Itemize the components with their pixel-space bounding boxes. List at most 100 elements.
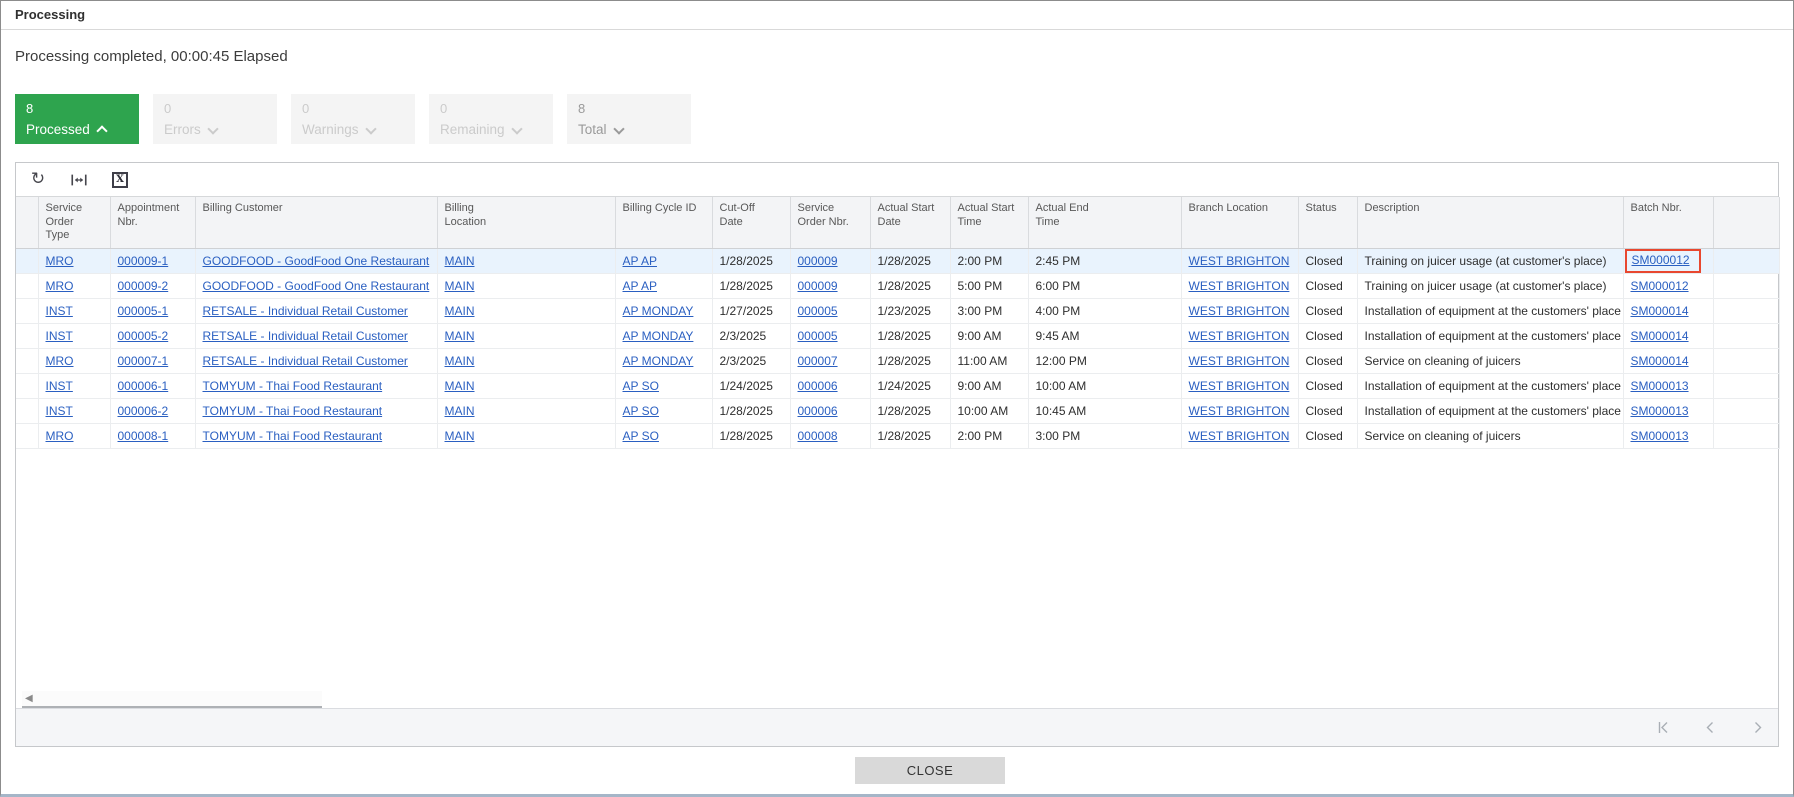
column-header-desc[interactable]: Description (1357, 197, 1624, 249)
cell-link-branch[interactable]: WEST BRIGHTON (1189, 329, 1290, 343)
refresh-icon[interactable]: ↻ (29, 171, 47, 189)
cell-link-type[interactable]: INST (46, 379, 73, 393)
cell-link-so_nbr[interactable]: 000005 (798, 329, 838, 343)
cell-link-appt[interactable]: 000005-2 (118, 329, 169, 343)
table-row[interactable]: MRO 000008-1 TOMYUM - Thai Food Restaurant… (16, 423, 1780, 449)
column-header-so_nbr[interactable]: Service Order Nbr. (790, 197, 871, 249)
cell-link-batch[interactable]: SM000014 (1631, 354, 1689, 368)
cell-link-billing_location[interactable]: MAIN (445, 329, 475, 343)
cell-link-cycle[interactable]: AP AP (623, 254, 657, 268)
cell-link-customer[interactable]: GOODFOOD - GoodFood One Restaurant (203, 254, 430, 268)
column-header-billing_location[interactable]: Billing Location (437, 197, 616, 249)
cell-link-batch[interactable]: SM000014 (1631, 329, 1689, 343)
cell-link-branch[interactable]: WEST BRIGHTON (1189, 354, 1290, 368)
export-excel-icon[interactable]: X (111, 171, 129, 189)
cell-link-so_nbr[interactable]: 000006 (798, 379, 838, 393)
badge-remaining[interactable]: 0 Remaining (429, 94, 553, 144)
cell-link-customer[interactable]: GOODFOOD - GoodFood One Restaurant (203, 279, 430, 293)
cell-link-batch[interactable]: SM000012 (1632, 253, 1690, 267)
next-page-icon[interactable] (1749, 719, 1766, 736)
column-header-customer[interactable]: Billing Customer (195, 197, 438, 249)
column-header-batch[interactable]: Batch Nbr. (1623, 197, 1714, 249)
cell-link-customer[interactable]: RETSALE - Individual Retail Customer (203, 354, 408, 368)
cell-link-billing_location[interactable]: MAIN (445, 404, 475, 418)
cell-link-type[interactable]: INST (46, 304, 73, 318)
cell-link-type[interactable]: MRO (46, 279, 74, 293)
fit-width-icon[interactable] (70, 171, 88, 189)
column-header-status[interactable]: Status (1298, 197, 1358, 249)
first-page-icon[interactable] (1655, 719, 1672, 736)
cell-link-branch[interactable]: WEST BRIGHTON (1189, 279, 1290, 293)
cell-link-batch[interactable]: SM000013 (1631, 404, 1689, 418)
close-button[interactable]: CLOSE (855, 757, 1005, 784)
cell-link-customer[interactable]: TOMYUM - Thai Food Restaurant (203, 429, 383, 443)
cell-link-batch[interactable]: SM000013 (1631, 379, 1689, 393)
badge-errors[interactable]: 0 Errors (153, 94, 277, 144)
cell-link-appt[interactable]: 000009-1 (118, 254, 169, 268)
previous-page-icon[interactable] (1702, 719, 1719, 736)
cell-link-so_nbr[interactable]: 000006 (798, 404, 838, 418)
cell-link-billing_location[interactable]: MAIN (445, 279, 475, 293)
cell-link-cycle[interactable]: AP AP (623, 279, 657, 293)
column-header-start_date[interactable]: Actual Start Date (870, 197, 951, 249)
table-row[interactable]: MRO 000009-2 GOODFOOD - GoodFood One Resta… (16, 273, 1780, 299)
cell-link-type[interactable]: MRO (46, 429, 74, 443)
cell-link-type[interactable]: MRO (46, 354, 74, 368)
table-row[interactable]: INST 000005-2 RETSALE - Individual Retail … (16, 323, 1780, 349)
table-row[interactable]: INST 000006-1 TOMYUM - Thai Food Restauran… (16, 373, 1780, 399)
cell-link-type[interactable]: INST (46, 404, 73, 418)
cell-link-billing_location[interactable]: MAIN (445, 254, 475, 268)
cell-link-so_nbr[interactable]: 000009 (798, 254, 838, 268)
table-row[interactable]: MRO 000007-1 RETSALE - Individual Retail C… (16, 348, 1780, 374)
cell-link-branch[interactable]: WEST BRIGHTON (1189, 379, 1290, 393)
table-row[interactable]: INST 000006-2 TOMYUM - Thai Food Restauran… (16, 398, 1780, 424)
cell-link-cycle[interactable]: AP MONDAY (623, 354, 694, 368)
cell-link-billing_location[interactable]: MAIN (445, 354, 475, 368)
cell-link-batch[interactable]: SM000013 (1631, 429, 1689, 443)
cell-link-batch[interactable]: SM000012 (1631, 279, 1689, 293)
cell-link-appt[interactable]: 000005-1 (118, 304, 169, 318)
cell-link-so_nbr[interactable]: 000005 (798, 304, 838, 318)
cell-link-customer[interactable]: RETSALE - Individual Retail Customer (203, 304, 408, 318)
cell-link-billing_location[interactable]: MAIN (445, 379, 475, 393)
cell-link-type[interactable]: INST (46, 329, 73, 343)
cell-link-so_nbr[interactable]: 000008 (798, 429, 838, 443)
cell-link-branch[interactable]: WEST BRIGHTON (1189, 429, 1290, 443)
cell-link-appt[interactable]: 000006-2 (118, 404, 169, 418)
scroll-left-arrow-icon[interactable]: ◀ (25, 693, 33, 704)
cell-link-cycle[interactable]: AP SO (623, 404, 659, 418)
cell-link-branch[interactable]: WEST BRIGHTON (1189, 404, 1290, 418)
cell-link-cycle[interactable]: AP SO (623, 429, 659, 443)
cell-link-so_nbr[interactable]: 000009 (798, 279, 838, 293)
cell-link-appt[interactable]: 000009-2 (118, 279, 169, 293)
cell-link-appt[interactable]: 000007-1 (118, 354, 169, 368)
cell-link-appt[interactable]: 000006-1 (118, 379, 169, 393)
cell-link-type[interactable]: MRO (46, 254, 74, 268)
column-header-type[interactable]: Service Order Type (38, 197, 111, 249)
cell-link-billing_location[interactable]: MAIN (445, 304, 475, 318)
scrollbar-thumb[interactable] (22, 691, 322, 708)
column-header-branch[interactable]: Branch Location (1181, 197, 1299, 249)
horizontal-scrollbar[interactable]: ◀ (16, 690, 1778, 708)
table-row[interactable]: MRO 000009-1 GOODFOOD - GoodFood One Resta… (16, 248, 1780, 274)
column-header-start_time[interactable]: Actual Start Time (950, 197, 1029, 249)
cell-link-branch[interactable]: WEST BRIGHTON (1189, 254, 1290, 268)
cell-link-customer[interactable]: RETSALE - Individual Retail Customer (203, 329, 408, 343)
cell-link-customer[interactable]: TOMYUM - Thai Food Restaurant (203, 379, 383, 393)
badge-total[interactable]: 8 Total (567, 94, 691, 144)
cell-link-batch[interactable]: SM000014 (1631, 304, 1689, 318)
cell-link-appt[interactable]: 000008-1 (118, 429, 169, 443)
badge-warnings[interactable]: 0 Warnings (291, 94, 415, 144)
cell-link-cycle[interactable]: AP MONDAY (623, 304, 694, 318)
table-row[interactable]: INST 000005-1 RETSALE - Individual Retail … (16, 298, 1780, 324)
cell-link-customer[interactable]: TOMYUM - Thai Food Restaurant (203, 404, 383, 418)
cell-link-so_nbr[interactable]: 000007 (798, 354, 838, 368)
cell-link-branch[interactable]: WEST BRIGHTON (1189, 304, 1290, 318)
column-header-cutoff[interactable]: Cut-Off Date (712, 197, 791, 249)
cell-link-cycle[interactable]: AP SO (623, 379, 659, 393)
column-header-end_time[interactable]: Actual End Time (1028, 197, 1182, 249)
cell-link-cycle[interactable]: AP MONDAY (623, 329, 694, 343)
column-header-appt[interactable]: Appointment Nbr. (110, 197, 196, 249)
badge-processed[interactable]: 8 Processed (15, 94, 139, 144)
column-header-cycle[interactable]: Billing Cycle ID (615, 197, 713, 249)
